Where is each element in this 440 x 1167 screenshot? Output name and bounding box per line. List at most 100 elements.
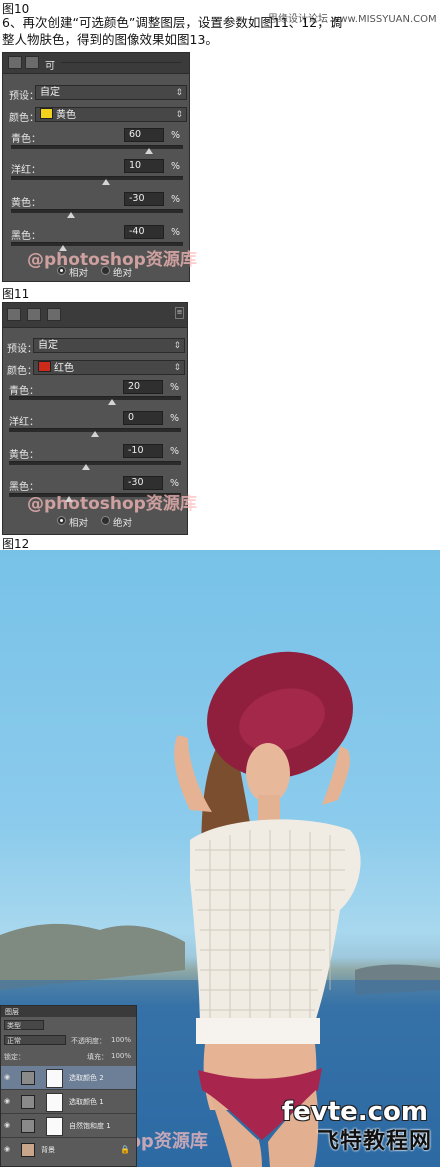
mask-icon[interactable]	[27, 308, 41, 321]
color-select[interactable]: 红色 ⇕	[33, 360, 185, 375]
slider-label-yellow: 黄色：	[9, 450, 39, 461]
vector-mask-icon[interactable]	[47, 308, 61, 321]
slider-thumb-magenta[interactable]	[101, 179, 110, 185]
chevron-updown-icon: ⇕	[175, 110, 183, 120]
color-value: 黄色	[56, 110, 76, 121]
slider-track-magenta[interactable]	[11, 176, 183, 180]
layer-row[interactable]: ◉ 选取颜色 1	[1, 1090, 136, 1114]
slider-label-magenta: 洋红：	[9, 417, 39, 428]
color-swatch	[40, 108, 53, 119]
percent-unit: %	[170, 413, 180, 424]
preset-select[interactable]: 自定 ⇕	[35, 85, 187, 100]
selective-color-panel-1: 可 预设： 自定 ⇕ 颜色： 黄色 ⇕ 青色： 60 % 洋红： 10 % 黄色…	[2, 52, 197, 282]
color-value: 红色	[54, 363, 74, 374]
mask-icon[interactable]	[25, 56, 39, 69]
percent-unit: %	[170, 446, 180, 457]
radio-relative-label: 相对	[69, 518, 89, 529]
layer-name: 背景	[41, 1146, 55, 1154]
shirt-hem	[196, 1018, 320, 1044]
intro-line-2: 整人物肤色，得到的图像效果如图13。	[2, 32, 218, 47]
color-swatch	[38, 361, 51, 372]
radio-relative[interactable]	[57, 516, 66, 525]
watermark-text: @photoshop资源库	[27, 250, 197, 270]
layer-name: 自然饱和度 1	[69, 1122, 111, 1130]
layer-name: 选取颜色 2	[69, 1074, 104, 1082]
lock-label: 锁定：	[4, 1053, 25, 1061]
percent-unit: %	[171, 130, 181, 141]
slider-label-cyan: 青色：	[9, 386, 39, 397]
slider-input-magenta[interactable]: 10	[124, 159, 164, 173]
fill-value[interactable]: 100%	[111, 1052, 131, 1060]
lock-icon: 🔒	[120, 1145, 130, 1154]
fill-label: 填充：	[87, 1053, 108, 1061]
layer-row[interactable]: ◉ 背景 🔒	[1, 1138, 136, 1161]
opacity-label: 不透明度：	[71, 1037, 106, 1045]
radio-relative[interactable]	[57, 266, 66, 275]
blend-mode-value: 正常	[7, 1037, 21, 1045]
watermark-text: @photoshop资源库	[27, 494, 197, 514]
slider-input-black[interactable]: -40	[124, 225, 164, 239]
slider-thumb-yellow[interactable]	[82, 464, 91, 470]
figure-caption-11: 图11	[2, 287, 30, 301]
slider-label-yellow: 黄色：	[11, 198, 41, 209]
adjustment-layer-icon	[21, 1095, 35, 1109]
layers-tab[interactable]: 图层	[5, 1007, 19, 1017]
color-select[interactable]: 黄色 ⇕	[35, 107, 187, 122]
adjustment-icon[interactable]	[7, 308, 21, 321]
face	[246, 743, 290, 803]
slider-input-cyan[interactable]: 20	[123, 380, 163, 394]
slider-track-yellow[interactable]	[9, 461, 181, 465]
chevron-updown-icon: ⇕	[173, 363, 181, 373]
layer-row[interactable]: ◉ 自然饱和度 1	[1, 1114, 136, 1138]
panel-divider	[61, 62, 181, 63]
filter-select[interactable]: 类型	[4, 1020, 44, 1030]
radio-absolute[interactable]	[101, 516, 110, 525]
slider-thumb-cyan[interactable]	[108, 399, 117, 405]
percent-unit: %	[171, 227, 181, 238]
preset-value: 自定	[38, 340, 58, 351]
adjustment-layer-icon	[21, 1119, 35, 1133]
eye-icon[interactable]: ◉	[4, 1121, 10, 1129]
layer-name: 选取颜色 1	[69, 1098, 104, 1106]
adjustment-layer-icon	[21, 1071, 35, 1085]
percent-unit: %	[170, 478, 180, 489]
radio-relative-label: 相对	[69, 268, 89, 279]
slider-track-yellow[interactable]	[11, 209, 183, 213]
selective-color-panel-2: ≡ 预设： 自定 ⇕ 颜色： 红色 ⇕ 青色： 20 % 洋红： 0 % 黄色：…	[2, 302, 197, 535]
eye-icon[interactable]: ◉	[4, 1097, 10, 1105]
slider-thumb-yellow[interactable]	[67, 212, 76, 218]
blend-mode-select[interactable]: 正常	[4, 1035, 66, 1045]
slider-track-cyan[interactable]	[9, 396, 181, 400]
panel-menu-icon[interactable]: ≡	[175, 307, 184, 319]
eye-icon[interactable]: ◉	[4, 1073, 10, 1081]
slider-track-cyan[interactable]	[11, 145, 183, 149]
slider-label-magenta: 洋红：	[11, 165, 41, 176]
adjustment-icon[interactable]	[8, 56, 22, 69]
chevron-updown-icon: ⇕	[173, 341, 181, 351]
slider-input-cyan[interactable]: 60	[124, 128, 164, 142]
radio-absolute-label: 绝对	[113, 268, 133, 279]
slider-thumb-magenta[interactable]	[91, 431, 99, 437]
percent-unit: %	[171, 194, 181, 205]
panel-header: ≡	[3, 303, 187, 328]
opacity-value[interactable]: 100%	[111, 1036, 131, 1044]
slider-input-magenta[interactable]: 0	[123, 411, 163, 425]
slider-input-yellow[interactable]: -10	[123, 444, 163, 458]
eye-icon[interactable]: ◉	[4, 1145, 10, 1153]
layer-mask-thumbnail	[46, 1093, 63, 1112]
layer-mask-thumbnail	[46, 1069, 63, 1088]
intro-line-1: 6、再次创建“可选颜色”调整图层，设置参数如图11、12，调	[2, 15, 343, 30]
chevron-updown-icon: ⇕	[175, 88, 183, 98]
layers-panel: 图层 类型 正常 不透明度： 100% 锁定： 填充： 100% ◉ 选取颜色 …	[0, 1005, 137, 1167]
image-thumbnail	[21, 1143, 35, 1157]
slider-input-yellow[interactable]: -30	[124, 192, 164, 206]
preset-select[interactable]: 自定 ⇕	[33, 338, 185, 353]
radio-absolute[interactable]	[101, 266, 110, 275]
slider-thumb-cyan[interactable]	[144, 148, 153, 154]
layer-row[interactable]: ◉ 选取颜色 2	[1, 1066, 136, 1090]
slider-input-black[interactable]: -30	[123, 476, 163, 490]
panel-title: 可	[45, 61, 55, 72]
slider-label-black: 黑色：	[11, 231, 41, 242]
fevte-cn-logo: 飞特教程网	[316, 1129, 432, 1154]
radio-absolute-label: 绝对	[113, 518, 133, 529]
